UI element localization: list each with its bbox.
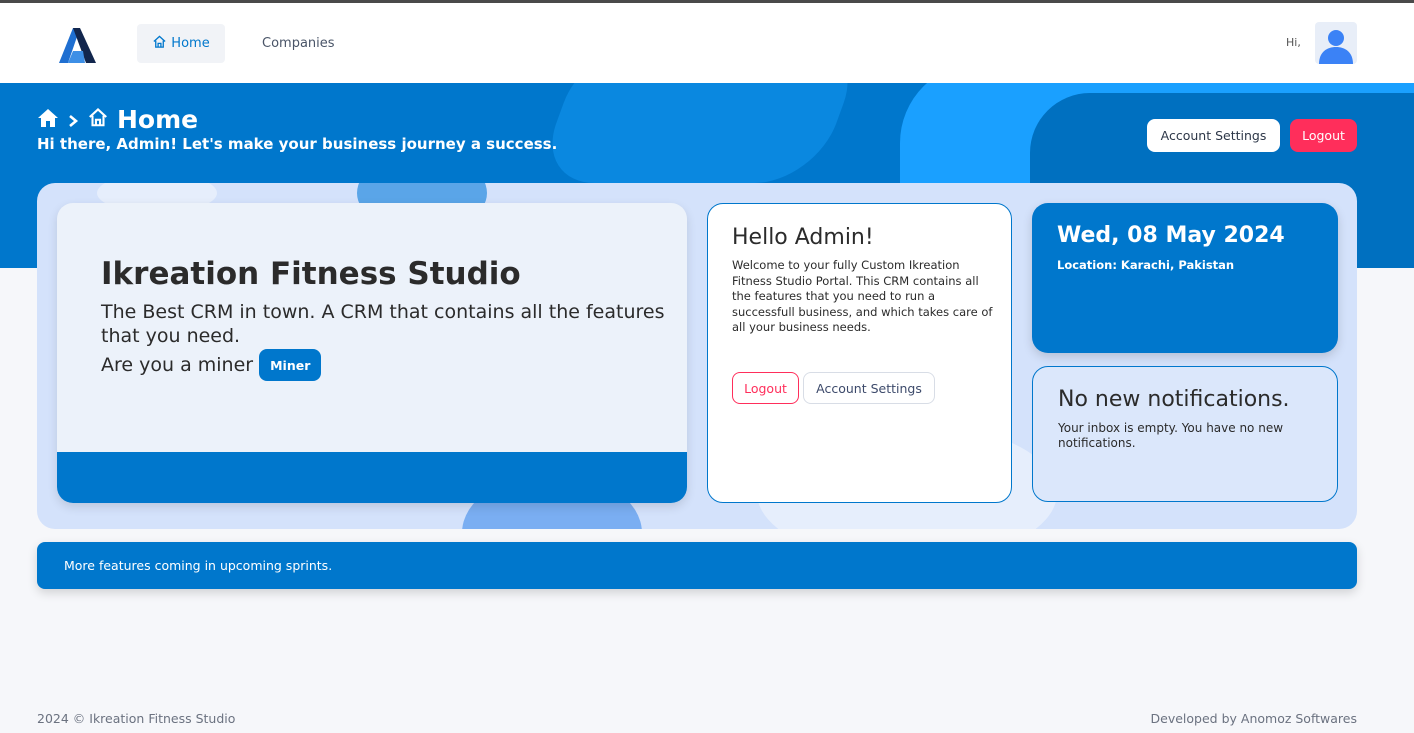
chevron-right-icon (67, 105, 79, 134)
hello-logout-button[interactable]: Logout (732, 372, 799, 404)
home-icon (87, 105, 109, 134)
footer-copyright: 2024 © Ikreation Fitness Studio (37, 711, 236, 726)
page-title: Home (117, 105, 199, 134)
notifications-text: Your inbox is empty. You have no new not… (1058, 421, 1284, 450)
studio-card-footer-bar (57, 452, 687, 503)
miner-question: Are you a miner (101, 354, 254, 376)
studio-description: The Best CRM in town. A CRM that contain… (101, 301, 665, 347)
miner-button[interactable]: Miner (259, 349, 322, 381)
date-card: Wed, 08 May 2024 Location: Karachi, Paki… (1032, 203, 1338, 353)
hello-card: Hello Admin! Welcome to your fully Custo… (707, 203, 1012, 503)
app-logo-icon[interactable] (56, 23, 98, 65)
location-text: Location: Karachi, Pakistan (1057, 258, 1235, 272)
current-date: Wed, 08 May 2024 (1057, 223, 1285, 248)
user-greeting: Hi, (1286, 36, 1301, 49)
notifications-title: No new notifications. (1058, 387, 1290, 412)
notifications-card: No new notifications. Your inbox is empt… (1032, 366, 1338, 502)
user-avatar-icon[interactable] (1315, 22, 1357, 64)
account-settings-button[interactable]: Account Settings (1147, 119, 1280, 152)
studio-title: Ikreation Fitness Studio (101, 256, 521, 292)
footer-developer: Developed by Anomoz Softwares (1150, 711, 1357, 726)
home-icon[interactable] (37, 105, 59, 134)
top-navbar: Home Companies Hi, (0, 3, 1414, 83)
info-banner: More features coming in upcoming sprints… (37, 542, 1357, 589)
miner-line: Are you a miner Miner (101, 349, 322, 381)
hello-title: Hello Admin! (732, 225, 874, 250)
hello-account-settings-button[interactable]: Account Settings (803, 372, 935, 404)
nav-home-link[interactable]: Home (137, 24, 225, 63)
info-banner-text: More features coming in upcoming sprints… (64, 558, 333, 573)
home-icon (152, 34, 167, 53)
nav-companies-link[interactable]: Companies (262, 24, 335, 63)
hello-text: Welcome to your fully Custom Ikreation F… (732, 258, 993, 334)
breadcrumb: Home (37, 105, 198, 134)
hero-subtitle: Hi there, Admin! Let's make your busines… (37, 135, 558, 153)
logout-button[interactable]: Logout (1290, 119, 1357, 152)
studio-card: Ikreation Fitness Studio The Best CRM in… (57, 203, 687, 503)
nav-home-label: Home (171, 36, 210, 51)
